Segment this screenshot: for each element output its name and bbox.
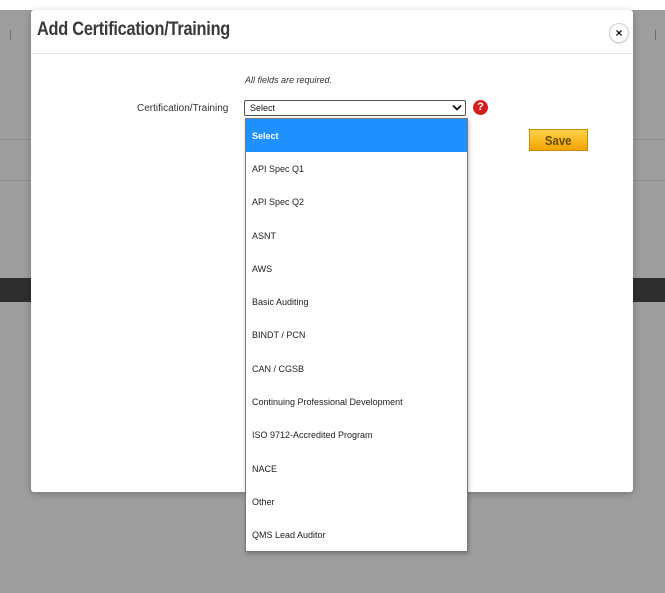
certification-training-select[interactable]: Select: [244, 100, 466, 116]
dropdown-option[interactable]: NACE: [246, 452, 467, 485]
dropdown-option[interactable]: QMS Lead Auditor: [246, 519, 467, 551]
dropdown-option[interactable]: CAN / CGSB: [246, 352, 467, 385]
dropdown-option[interactable]: Continuing Professional Development: [246, 385, 467, 418]
dropdown-option[interactable]: ASNT: [246, 219, 467, 252]
modal-header: Add Certification/Training ×: [31, 10, 633, 54]
dropdown-option[interactable]: AWS: [246, 252, 467, 285]
certification-dropdown-list[interactable]: Select API Spec Q1 API Spec Q2 ASNT AWS Basic…: [245, 118, 468, 552]
background-dark-band: [0, 278, 31, 302]
background-divider: [10, 30, 11, 40]
required-fields-note: All fields are required.: [245, 75, 333, 85]
chevron-down-icon-graphic: [452, 105, 462, 111]
background-header: [0, 0, 665, 10]
modal-title: Add Certification/Training: [37, 19, 231, 40]
page: Add Certification/Training × All fields …: [0, 0, 665, 593]
dropdown-option[interactable]: Other: [246, 485, 467, 518]
dropdown-option[interactable]: API Spec Q1: [246, 152, 467, 185]
dropdown-option[interactable]: Basic Auditing: [246, 285, 467, 318]
save-button-label: Save: [545, 132, 572, 148]
dropdown-option[interactable]: ISO 9712-Accredited Program: [246, 419, 467, 452]
close-button[interactable]: ×: [610, 24, 628, 42]
certification-training-label: Certification/Training: [137, 103, 229, 114]
chevron-down-icon: [452, 101, 462, 118]
dropdown-option[interactable]: API Spec Q2: [246, 186, 467, 219]
background-dark-band: [633, 278, 665, 302]
save-button[interactable]: Save: [529, 129, 588, 151]
background-divider: [655, 30, 656, 40]
dropdown-option[interactable]: Select: [246, 119, 467, 153]
select-current-value: Select: [250, 103, 276, 113]
dropdown-option[interactable]: BINDT / PCN: [246, 319, 467, 352]
help-icon[interactable]: ?: [473, 100, 488, 115]
close-icon: ×: [615, 26, 623, 40]
